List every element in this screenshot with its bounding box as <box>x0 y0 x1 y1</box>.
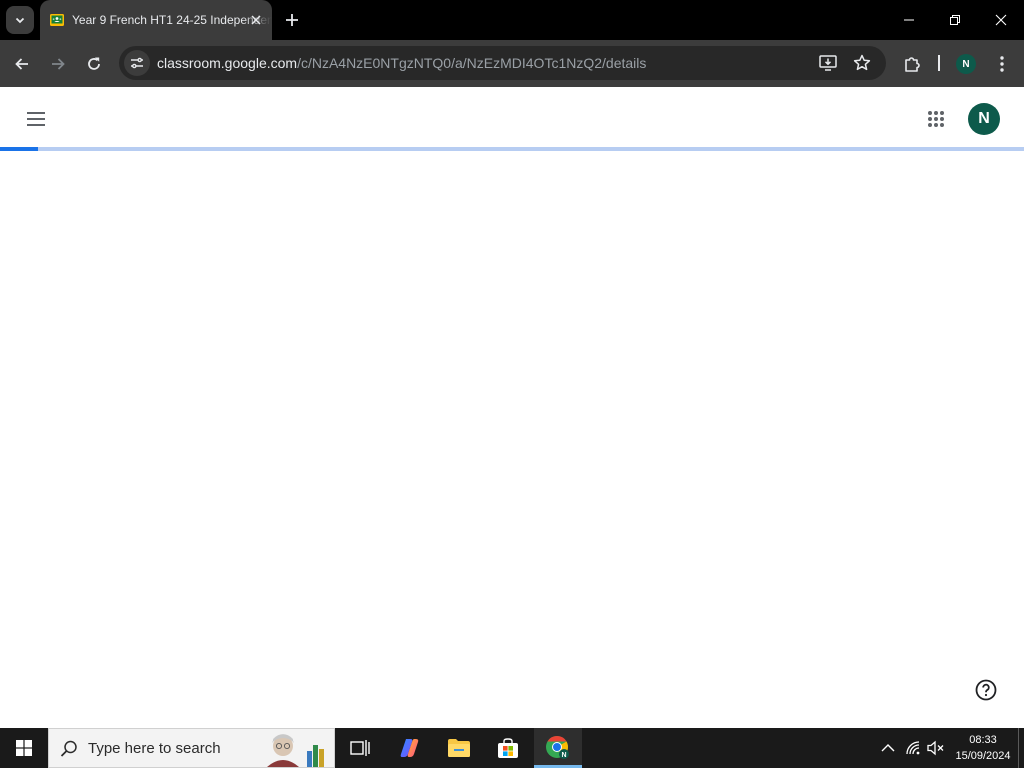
clock-time: 08:33 <box>969 734 997 746</box>
browser-menu-button[interactable] <box>988 50 1016 78</box>
puzzle-icon <box>905 57 920 72</box>
chrome-taskbar-button[interactable]: N <box>534 728 582 768</box>
help-button[interactable] <box>974 678 998 702</box>
new-tab-button[interactable] <box>280 8 304 32</box>
url-host: classroom.google.com <box>157 55 298 71</box>
close-icon <box>251 15 261 25</box>
chrome-icon: N <box>546 736 569 759</box>
tune-icon <box>131 57 143 69</box>
loading-progress-fill <box>0 147 38 151</box>
svg-text:N: N <box>561 752 566 759</box>
chevron-up-icon <box>881 744 895 752</box>
task-view-button[interactable] <box>336 728 384 768</box>
arrow-right-icon <box>52 58 65 70</box>
plus-icon <box>286 14 298 26</box>
arrow-left-icon <box>15 58 28 70</box>
show-hidden-icons-button[interactable] <box>878 738 898 758</box>
google-apps-button[interactable] <box>922 105 950 133</box>
browser-toolbar: classroom.google.com/c/NzA4NzE0NTgzNTQ0/… <box>0 40 1024 87</box>
url-path: /c/NzA4NzE0NTgzNTQ0/a/NzEzMDI4OTc1NzQ2/d… <box>297 55 647 71</box>
help-icon <box>975 679 997 701</box>
window-close-button[interactable] <box>978 0 1024 40</box>
classroom-header: N <box>0 87 1024 147</box>
reload-icon <box>88 57 100 70</box>
browser-tab-active[interactable]: Year 9 French HT1 24-25 Independent Lear… <box>40 0 278 40</box>
volume-button[interactable] <box>926 738 946 758</box>
address-bar[interactable]: classroom.google.com/c/NzA4NzE0NTgzNTQ0/… <box>119 46 886 80</box>
copilot-button[interactable] <box>386 728 434 768</box>
reload-button[interactable] <box>80 50 108 78</box>
volume-muted-icon <box>927 740 944 756</box>
main-menu-button[interactable] <box>22 105 50 133</box>
hamburger-icon <box>27 112 45 126</box>
tab-close-button[interactable] <box>248 12 264 28</box>
start-button[interactable] <box>0 728 48 768</box>
chevron-down-icon <box>15 17 25 24</box>
folder-icon <box>448 739 470 757</box>
copilot-icon <box>400 739 419 757</box>
back-button[interactable] <box>8 50 36 78</box>
window-minimize-button[interactable] <box>886 0 932 40</box>
search-highlight-illustration-icon <box>267 734 324 767</box>
tab-search-button[interactable] <box>6 6 34 34</box>
grid-icon <box>928 111 944 127</box>
windows-logo-icon <box>16 740 32 756</box>
taskbar-clock[interactable]: 08:33 15/09/2024 <box>950 732 1016 766</box>
taskbar-search-box[interactable]: Type here to search <box>48 728 335 768</box>
browser-tab-strip: Year 9 French HT1 24-25 Independent Lear… <box>0 0 1024 40</box>
store-icon <box>498 738 518 758</box>
task-view-icon <box>350 740 370 756</box>
site-info-button[interactable] <box>124 50 150 76</box>
windows-taskbar: Type here to search N 08:33 15/09/2024 <box>0 728 1024 768</box>
wifi-icon <box>906 741 920 755</box>
minimize-icon <box>904 19 914 21</box>
profile-avatar-button[interactable]: N <box>956 54 976 74</box>
search-placeholder: Type here to search <box>88 740 221 757</box>
account-avatar[interactable]: N <box>968 103 1000 135</box>
show-desktop-button[interactable] <box>1018 728 1019 768</box>
kebab-icon <box>1000 56 1004 72</box>
web-page: N <box>0 87 1024 728</box>
star-icon[interactable] <box>852 53 872 73</box>
google-classroom-icon <box>50 14 64 26</box>
microsoft-store-button[interactable] <box>484 728 532 768</box>
forward-button[interactable] <box>44 50 72 78</box>
window-restore-button[interactable] <box>932 0 978 40</box>
loading-progress-bar <box>0 147 1024 151</box>
extensions-button[interactable] <box>898 50 926 78</box>
clock-date: 15/09/2024 <box>955 750 1011 762</box>
address-url[interactable]: classroom.google.com/c/NzA4NzE0NTgzNTQ0/… <box>157 55 646 71</box>
install-app-icon[interactable] <box>818 53 838 73</box>
network-button[interactable] <box>904 738 924 758</box>
search-icon <box>60 740 77 757</box>
close-icon <box>995 14 1007 26</box>
file-explorer-button[interactable] <box>435 728 483 768</box>
restore-icon <box>950 15 960 25</box>
toolbar-separator <box>938 55 940 71</box>
